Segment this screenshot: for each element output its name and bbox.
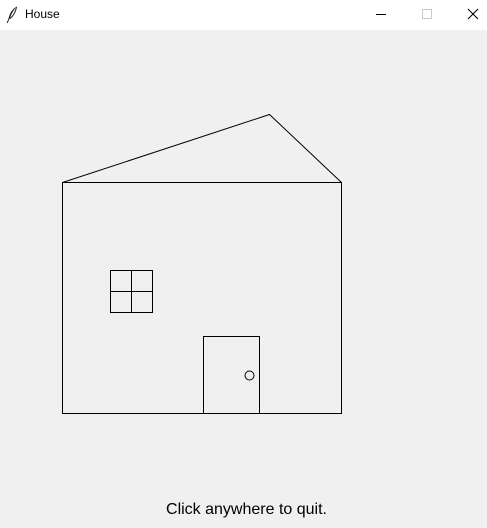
- house-drawing: [62, 113, 342, 414]
- title-bar[interactable]: House: [0, 0, 487, 30]
- drawing-canvas[interactable]: Click anywhere to quit.: [0, 30, 487, 528]
- door-knob: [244, 370, 255, 381]
- close-button[interactable]: [450, 0, 487, 30]
- quit-message: Click anywhere to quit.: [166, 501, 327, 518]
- minimize-button[interactable]: [358, 0, 404, 30]
- house-window: House Click anywhere to quit.: [0, 0, 487, 528]
- feather-icon: [6, 6, 18, 24]
- minimize-icon: [376, 14, 386, 15]
- maximize-icon: [422, 9, 432, 19]
- maximize-button[interactable]: [404, 0, 450, 30]
- house-body: [62, 182, 342, 414]
- window-title: House: [25, 7, 60, 21]
- close-icon: [467, 8, 479, 20]
- house-door: [203, 336, 260, 414]
- house-roof: [62, 113, 342, 183]
